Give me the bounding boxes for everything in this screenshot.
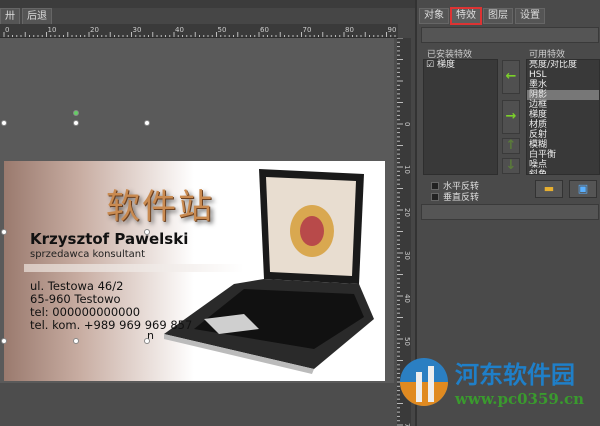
- flip-vertical-label: 垂直反转: [443, 193, 480, 203]
- tab-effects[interactable]: 特效: [450, 7, 482, 25]
- available-effect-item[interactable]: 材质: [527, 120, 599, 130]
- ruler-label: 30: [133, 26, 142, 34]
- resize-handle[interactable]: [73, 338, 79, 344]
- ruler-label: 40: [175, 26, 184, 34]
- save-button[interactable]: ▣: [569, 180, 597, 198]
- available-effect-item[interactable]: 墨水: [527, 80, 599, 90]
- card-role[interactable]: sprzedawca konsultant: [30, 249, 145, 260]
- card-address[interactable]: ul. Testowa 46/2 65-960 Testowo tel: 000…: [30, 280, 192, 332]
- canvas-area: 软件站 Krzysztof Pawelski sprzedawca konsul…: [0, 38, 397, 426]
- ruler-label: 80: [345, 26, 354, 34]
- available-effect-item[interactable]: 梯度: [527, 110, 599, 120]
- available-effect-item[interactable]: 反射: [527, 130, 599, 140]
- left-tabs: 卅 后退: [0, 8, 54, 24]
- card-logo-text[interactable]: 软件站: [106, 179, 214, 228]
- effect-settings-bar: [421, 204, 599, 220]
- center-handle[interactable]: [144, 229, 150, 235]
- watermark-url: www.pc0359.cn: [455, 390, 585, 408]
- available-effect-item[interactable]: 模糊: [527, 140, 599, 150]
- ruler-label: 10: [48, 26, 57, 34]
- available-effect-item[interactable]: 边框: [527, 100, 599, 110]
- available-effect-item[interactable]: HSL: [527, 70, 599, 80]
- move-down-button[interactable]: ↓: [502, 158, 520, 174]
- panel-tabs: 对象 特效 图层 设置: [419, 7, 547, 25]
- ruler-label: 60: [260, 26, 269, 34]
- available-effect-item[interactable]: 亮度/对比度: [527, 60, 599, 70]
- ruler-label: 40: [403, 294, 411, 303]
- ruler-label: 30: [403, 251, 411, 260]
- watermark-logo-icon: [400, 358, 448, 406]
- open-folder-button[interactable]: ▬: [535, 180, 563, 198]
- ruler-label: 50: [403, 337, 411, 346]
- effect-toolbar: [421, 27, 599, 43]
- tab-undo[interactable]: 后退: [22, 8, 52, 24]
- ruler-label: 50: [218, 26, 227, 34]
- resize-handle[interactable]: [1, 120, 7, 126]
- resize-handle[interactable]: [73, 120, 79, 126]
- available-effects-list[interactable]: 亮度/对比度 HSL 墨水 阴影 边框 梯度 材质 反射 模糊 白平衡 噪点 斜角: [526, 59, 600, 175]
- card-name[interactable]: Krzysztof Pawelski: [30, 230, 188, 248]
- ruler-label: 70: [303, 26, 312, 34]
- tab-layers[interactable]: 图层: [483, 8, 513, 24]
- installed-effect-item[interactable]: ☑ 梯度: [424, 60, 497, 70]
- tab-left-0[interactable]: 卅: [0, 8, 20, 24]
- available-effect-item[interactable]: 白平衡: [527, 150, 599, 160]
- resize-handle[interactable]: [1, 338, 7, 344]
- add-effect-button[interactable]: ←: [502, 60, 520, 94]
- available-effect-item[interactable]: 斜角: [527, 170, 599, 174]
- ruler-label: 20: [403, 208, 411, 217]
- folder-icon: ▬: [543, 182, 555, 195]
- ruler-label: 0: [5, 26, 9, 34]
- move-up-button[interactable]: ↑: [502, 138, 520, 154]
- business-card[interactable]: 软件站 Krzysztof Pawelski sprzedawca konsul…: [4, 161, 385, 381]
- tab-object[interactable]: 对象: [419, 8, 449, 24]
- ruler-label: 0: [403, 122, 411, 126]
- remove-effect-button[interactable]: →: [502, 100, 520, 134]
- available-effect-item[interactable]: 噪点: [527, 160, 599, 170]
- available-effect-item[interactable]: 阴影: [527, 90, 599, 100]
- horizontal-ruler: 0 10 20 30 40 50 60 70 80 90: [0, 24, 398, 38]
- rotate-handle[interactable]: [73, 110, 79, 116]
- installed-effect-label: 梯度: [436, 60, 455, 70]
- ruler-label: 90: [388, 26, 397, 34]
- top-bar: [0, 0, 415, 8]
- ruler-label: 10: [403, 165, 411, 174]
- watermark-title: 河东软件园: [455, 360, 575, 389]
- resize-handle[interactable]: [144, 120, 150, 126]
- address-line: tel. kom. +989 969 969 857: [30, 318, 193, 332]
- resize-handle[interactable]: [144, 338, 150, 344]
- installed-effects-list[interactable]: ☑ 梯度: [423, 59, 498, 175]
- resize-handle[interactable]: [1, 229, 7, 235]
- ruler-label: 20: [90, 26, 99, 34]
- save-icon: ▣: [577, 182, 589, 195]
- flip-vertical-checkbox[interactable]: 垂直反转: [431, 190, 479, 203]
- tab-settings[interactable]: 设置: [515, 8, 545, 24]
